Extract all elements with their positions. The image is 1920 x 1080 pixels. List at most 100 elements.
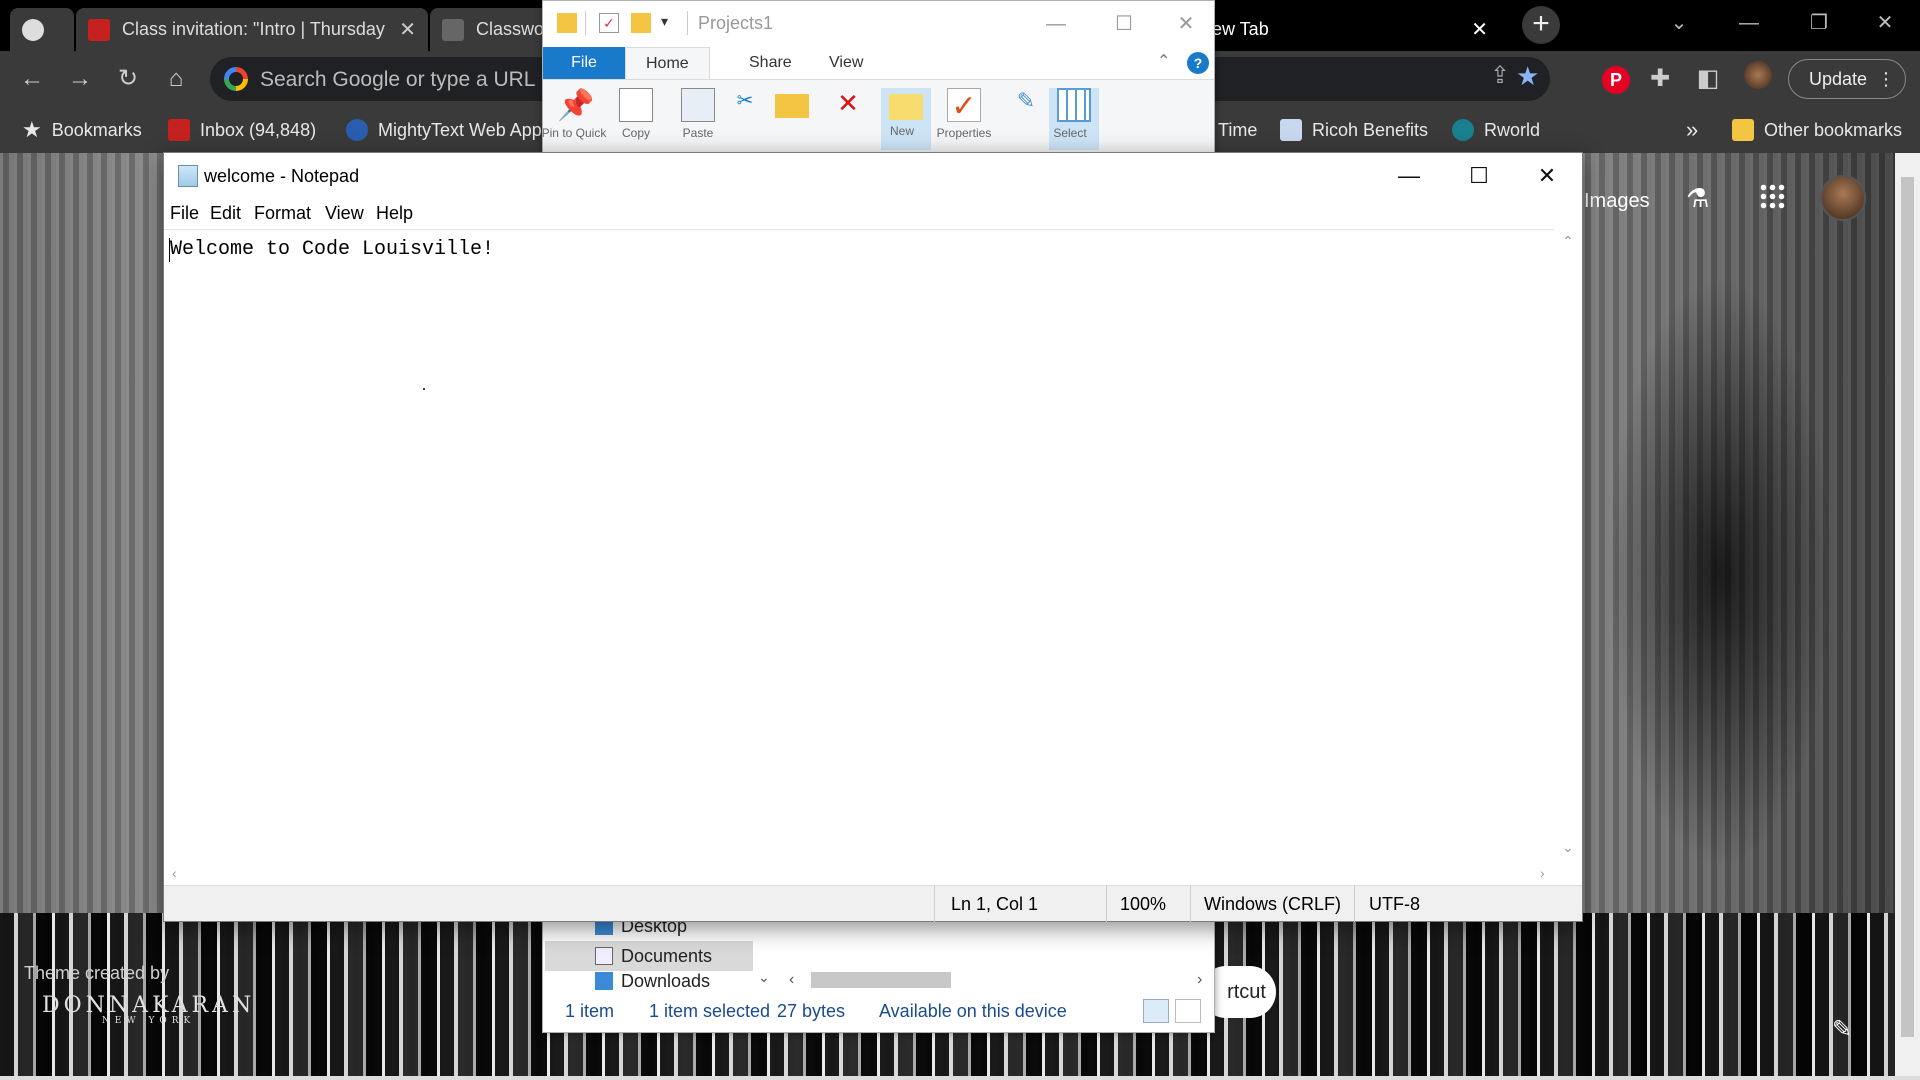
page-scrollbar-thumb[interactable] bbox=[1901, 177, 1914, 1037]
sharepoint-favicon-icon bbox=[1452, 119, 1474, 141]
close-window-button[interactable]: ✕ bbox=[1512, 153, 1582, 199]
close-icon[interactable]: ✕ bbox=[389, 17, 416, 42]
restore-button[interactable]: ❐ bbox=[1784, 0, 1854, 46]
forward-icon[interactable]: → bbox=[62, 61, 98, 97]
update-button[interactable]: Update ⋮ bbox=[1788, 59, 1906, 99]
minimize-button[interactable]: — bbox=[1714, 0, 1784, 46]
text-caret bbox=[169, 238, 170, 262]
bookmark-time[interactable]: Time bbox=[1218, 107, 1257, 153]
notepad-horizontal-scrollbar[interactable]: ‹ › bbox=[164, 863, 1582, 885]
menu-file[interactable]: File bbox=[170, 203, 199, 224]
tab-pinned[interactable] bbox=[10, 8, 74, 51]
navigation-scrollbar[interactable]: ⌄ bbox=[753, 911, 775, 991]
close-window-button[interactable]: ✕ bbox=[1850, 0, 1920, 46]
menu-format[interactable]: Format bbox=[254, 203, 311, 224]
properties-button[interactable]: ✓ Properties bbox=[937, 88, 991, 148]
share-icon[interactable]: ⇪ bbox=[1490, 61, 1510, 90]
pinterest-extension-icon[interactable]: P bbox=[1598, 61, 1634, 97]
properties-check-icon: ✓ bbox=[947, 88, 981, 123]
update-label: Update bbox=[1809, 69, 1868, 89]
extensions-puzzle-icon[interactable]: ✚ bbox=[1642, 61, 1678, 97]
minimize-button[interactable]: — bbox=[1374, 153, 1444, 199]
tab-share[interactable]: Share bbox=[729, 47, 812, 79]
document-content[interactable]: Welcome to Code Louisville! bbox=[170, 238, 494, 261]
tab-home[interactable]: Home bbox=[625, 47, 710, 79]
new-folder-button[interactable]: New bbox=[881, 88, 931, 150]
maximize-button[interactable]: ☐ bbox=[1444, 153, 1514, 199]
scroll-left-chevron-icon[interactable]: ‹ bbox=[172, 865, 177, 881]
delete-button[interactable]: ✕ bbox=[827, 88, 869, 148]
cut-button[interactable]: ✂ bbox=[733, 88, 757, 148]
tab-new-tab[interactable]: ew Tab ✕ bbox=[1200, 8, 1500, 51]
tab-view[interactable]: View bbox=[809, 47, 883, 79]
profile-avatar[interactable] bbox=[1740, 61, 1776, 97]
close-window-button[interactable]: ✕ bbox=[1157, 7, 1215, 41]
paste-button[interactable]: Paste bbox=[677, 88, 719, 148]
move-to-button[interactable] bbox=[771, 88, 813, 148]
tab-classwork[interactable]: Classwo bbox=[430, 8, 550, 51]
menu-help[interactable]: Help bbox=[376, 203, 413, 224]
minimize-button[interactable]: — bbox=[1027, 7, 1085, 41]
pin-to-quick-access-button[interactable]: 📌 Pin to Quick bbox=[543, 88, 606, 148]
bookmark-bookmarks[interactable]: ★ Bookmarks bbox=[22, 107, 142, 153]
customize-toolbar-chevron-icon[interactable]: ▾ bbox=[661, 13, 681, 33]
ribbon-button-label: Properties bbox=[936, 126, 992, 140]
gmail-favicon-icon bbox=[168, 119, 190, 141]
bookmark-mightytext[interactable]: MightyText Web App bbox=[346, 107, 542, 153]
line-ending: Windows (CRLF) bbox=[1204, 894, 1342, 914]
bookmark-ricoh-benefits[interactable]: Ricoh Benefits bbox=[1280, 107, 1428, 153]
bookmarks-overflow-button[interactable]: » bbox=[1686, 107, 1698, 153]
theme-brand-logo[interactable]: DONNAKARAN NEW YORK bbox=[42, 993, 255, 1026]
collapse-ribbon-chevron-icon[interactable]: ⌃ bbox=[1157, 51, 1170, 71]
notepad-app-icon[interactable] bbox=[178, 165, 198, 187]
pin-icon: 📌 bbox=[557, 89, 595, 122]
images-link[interactable]: Images bbox=[1584, 190, 1650, 213]
star-icon: ★ bbox=[22, 117, 42, 142]
copy-button[interactable]: Copy bbox=[615, 88, 657, 148]
nav-item-downloads[interactable]: Downloads bbox=[545, 971, 753, 991]
notepad-text-area[interactable]: Welcome to Code Louisville! bbox=[164, 229, 1554, 863]
scroll-right-chevron-icon[interactable]: › bbox=[1197, 971, 1202, 989]
tab-class-invitation[interactable]: Class invitation: "Intro | Thursday ✕ bbox=[76, 8, 428, 51]
scroll-down-chevron-icon[interactable]: ⌄ bbox=[758, 969, 770, 986]
notepad-statusbar: Ln 1, Col 1 100% Windows (CRLF) UTF-8 bbox=[164, 885, 1582, 922]
selection-size: 27 bytes bbox=[777, 1001, 846, 1021]
account-avatar[interactable] bbox=[1820, 175, 1866, 221]
page-scrollbar[interactable] bbox=[1895, 153, 1920, 1080]
more-menu-icon[interactable]: ⋮ bbox=[1877, 60, 1895, 98]
bookmark-star-icon[interactable]: ★ bbox=[1516, 61, 1539, 92]
new-folder-quick-icon[interactable] bbox=[631, 13, 651, 33]
scroll-up-chevron-icon[interactable]: ⌃ bbox=[1562, 233, 1574, 250]
tab-file[interactable]: File bbox=[543, 47, 625, 79]
tab-label: Classwo bbox=[476, 19, 545, 39]
labs-flask-icon[interactable]: ⚗ bbox=[1686, 183, 1709, 214]
maximize-button[interactable]: ☐ bbox=[1095, 7, 1153, 41]
side-panel-icon[interactable]: ◧ bbox=[1690, 61, 1726, 97]
scroll-right-chevron-icon[interactable]: › bbox=[1540, 865, 1545, 881]
scroll-left-chevron-icon[interactable]: ‹ bbox=[789, 971, 794, 989]
menu-edit[interactable]: Edit bbox=[210, 203, 241, 224]
home-icon[interactable]: ⌂ bbox=[158, 61, 194, 97]
help-icon[interactable]: ? bbox=[1187, 52, 1209, 74]
scroll-down-chevron-icon[interactable]: ⌄ bbox=[1562, 839, 1574, 856]
apps-grid-icon[interactable] bbox=[1759, 183, 1785, 209]
tab-search-chevron-icon[interactable]: ⌄ bbox=[1644, 0, 1714, 46]
nav-item-documents[interactable]: Documents bbox=[545, 941, 753, 971]
horizontal-scrollbar-thumb[interactable] bbox=[811, 972, 951, 988]
select-all-button[interactable]: Select bbox=[1049, 88, 1099, 150]
close-icon[interactable]: ✕ bbox=[1461, 17, 1488, 42]
taskbar-edge bbox=[0, 1076, 1920, 1080]
customize-pencil-icon[interactable]: ✎ bbox=[1832, 1015, 1852, 1044]
bookmark-other-bookmarks[interactable]: Other bookmarks bbox=[1732, 107, 1902, 153]
notepad-vertical-scrollbar[interactable]: ⌃ ⌄ bbox=[1554, 229, 1582, 863]
back-icon[interactable]: ← bbox=[14, 61, 50, 97]
large-icons-view-icon[interactable] bbox=[1175, 999, 1201, 1023]
details-view-icon[interactable] bbox=[1143, 999, 1169, 1023]
bookmark-inbox[interactable]: Inbox (94,848) bbox=[168, 107, 316, 153]
new-tab-button[interactable]: + bbox=[1522, 6, 1560, 44]
file-list-horizontal-scrollbar[interactable]: ‹ › bbox=[783, 969, 1213, 991]
reload-icon[interactable]: ↻ bbox=[110, 61, 146, 97]
menu-view[interactable]: View bbox=[325, 203, 364, 224]
properties-quick-icon[interactable]: ✓ bbox=[599, 13, 619, 33]
bookmark-rworld[interactable]: Rworld bbox=[1452, 107, 1540, 153]
